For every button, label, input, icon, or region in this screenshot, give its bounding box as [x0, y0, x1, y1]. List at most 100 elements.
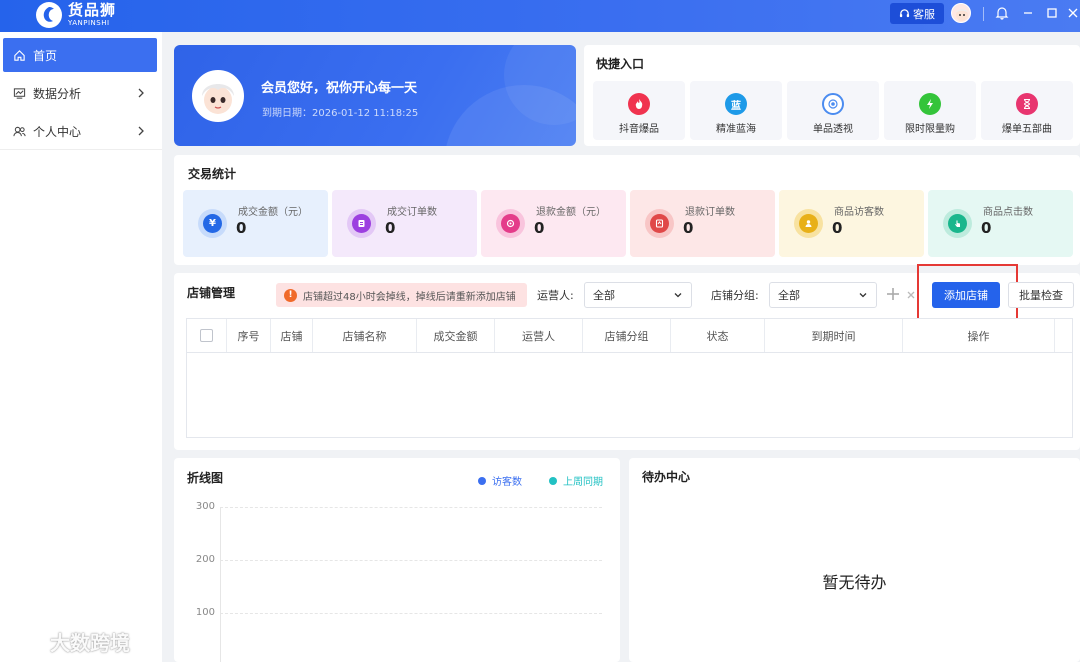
remove-group-icon[interactable]: [906, 289, 916, 303]
stat-refund-amount: 退款金额（元） 0: [481, 190, 626, 257]
shop-management-title: 店铺管理: [187, 286, 236, 300]
chart-icon: [13, 86, 27, 100]
stat-value: 0: [534, 219, 545, 237]
click-icon: [943, 209, 972, 238]
stat-value: 0: [385, 219, 396, 237]
stat-label: 商品点击数: [983, 207, 1033, 218]
stat-value: 0: [683, 219, 694, 237]
highlight-box: [917, 264, 1018, 322]
sidebar-divider: [0, 149, 162, 150]
eye-icon: [822, 93, 844, 115]
watermark-logo-icon: [11, 630, 43, 649]
user-avatar[interactable]: [951, 3, 971, 23]
app-logo: 货品狮 YANPINSHI: [36, 2, 116, 28]
home-icon: [13, 48, 27, 62]
quick-item-flash-sale[interactable]: 限时限量购: [884, 81, 976, 140]
operator-select-value: 全部: [593, 289, 615, 302]
lion-logo-icon: [36, 2, 62, 28]
customer-service-button[interactable]: 客服: [890, 3, 944, 24]
group-select[interactable]: 全部: [769, 282, 877, 308]
titlebar-divider: [983, 7, 984, 21]
group-select-value: 全部: [778, 289, 800, 302]
quick-item-label: 抖音爆品: [619, 124, 659, 135]
chevron-down-icon: [858, 290, 868, 303]
batch-check-button[interactable]: 批量检查: [1008, 282, 1074, 308]
group-filter-label: 店铺分组:: [711, 289, 759, 302]
shop-offline-warning: ! 店铺超过48小时会掉线，掉线后请重新添加店铺: [276, 283, 527, 307]
grid-line: [220, 560, 602, 561]
quick-item-douyin-hot[interactable]: 抖音爆品: [593, 81, 685, 140]
sidebar-item-personal-center[interactable]: 个人中心: [3, 114, 157, 148]
stat-label: 成交金额（元）: [238, 207, 308, 218]
close-icon[interactable]: [1064, 4, 1080, 22]
stat-label: 退款金额（元）: [536, 207, 606, 218]
chevron-right-icon: [137, 125, 145, 139]
blue-ocean-icon: 蓝: [725, 93, 747, 115]
minimize-icon[interactable]: [1019, 4, 1037, 22]
quick-entry-title: 快捷入口: [596, 57, 645, 71]
stat-value: 0: [236, 219, 247, 237]
table-header: 序号 店铺 店铺名称 成交金额 运营人 店铺分组 状态 到期时间 操作: [187, 319, 1072, 353]
add-group-icon[interactable]: [885, 286, 901, 305]
stat-value: 0: [832, 219, 843, 237]
sidebar-item-home[interactable]: 首页: [3, 38, 157, 72]
refund-icon: [496, 209, 525, 238]
grid-line: [220, 507, 602, 508]
headset-icon: [899, 9, 910, 18]
quick-item-label: 爆单五部曲: [1002, 124, 1052, 135]
hourglass-icon: [1016, 93, 1038, 115]
member-avatar: [192, 70, 244, 122]
column-header: 序号: [227, 319, 271, 352]
fire-icon: [628, 93, 650, 115]
grid-line: [220, 613, 602, 614]
legend-dot: [549, 476, 557, 485]
legend-label: 访客数: [492, 477, 522, 488]
title-bar: 货品狮 YANPINSHI 客服: [0, 0, 1080, 32]
quick-item-label: 单品透视: [813, 124, 853, 135]
welcome-banner: 会员您好，祝你开心每一天 到期日期：2026-01-12 11:18:25: [174, 45, 576, 146]
legend-label: 上周同期: [563, 477, 603, 488]
column-header: 到期时间: [765, 319, 903, 352]
membership-expiry: 到期日期：2026-01-12 11:18:25: [262, 108, 419, 119]
shop-table: 序号 店铺 店铺名称 成交金额 运营人 店铺分组 状态 到期时间 操作: [186, 318, 1073, 438]
y-tick-label: 100: [195, 607, 215, 618]
stat-sales-amount: ¥ 成交金额（元） 0: [183, 190, 328, 257]
maximize-icon[interactable]: [1043, 4, 1061, 22]
quick-item-single-product[interactable]: 单品透视: [787, 81, 879, 140]
select-all-cell: [187, 319, 227, 352]
warning-text: 店铺超过48小时会掉线，掉线后请重新添加店铺: [303, 291, 516, 303]
sidebar-item-label: 个人中心: [33, 124, 82, 139]
y-tick-label: 200: [195, 554, 215, 565]
column-header: 店铺分组: [583, 319, 671, 352]
select-all-checkbox[interactable]: [200, 329, 213, 342]
sidebar-item-label: 数据分析: [33, 86, 82, 101]
quick-item-blue-ocean[interactable]: 蓝 精准蓝海: [690, 81, 782, 140]
sidebar-item-data-analysis[interactable]: 数据分析: [3, 76, 157, 110]
trade-stats-title: 交易统计: [188, 167, 237, 181]
quick-item-five-steps[interactable]: 爆单五部曲: [981, 81, 1073, 140]
column-header: 店铺: [271, 319, 313, 352]
bell-icon[interactable]: [993, 4, 1011, 22]
todo-center-card: [629, 458, 1080, 662]
column-header: 店铺名称: [313, 319, 417, 352]
quick-item-label: 限时限量购: [905, 124, 955, 135]
lightning-icon: [919, 93, 941, 115]
stat-label: 商品访客数: [834, 207, 884, 218]
todo-center-title: 待办中心: [642, 470, 691, 484]
stat-label: 成交订单数: [387, 207, 437, 218]
todo-empty-text: 暂无待办: [822, 573, 887, 592]
legend-last-week[interactable]: 上周同期: [549, 473, 603, 488]
operator-select[interactable]: 全部: [584, 282, 692, 308]
brand-name-en: YANPINSHI: [68, 19, 110, 27]
warning-icon: !: [284, 288, 297, 302]
chevron-down-icon: [673, 290, 683, 303]
sidebar-item-label: 首页: [33, 48, 58, 63]
yen-icon: ¥: [198, 209, 227, 238]
column-header: 状态: [671, 319, 765, 352]
refund-order-icon: [645, 209, 674, 238]
watermark-text: 大数跨境: [50, 631, 130, 655]
legend-visitors[interactable]: 访客数: [478, 473, 522, 488]
stat-order-count: 成交订单数 0: [332, 190, 477, 257]
stat-product-visitors: 商品访客数 0: [779, 190, 924, 257]
column-header: 成交金额: [417, 319, 495, 352]
